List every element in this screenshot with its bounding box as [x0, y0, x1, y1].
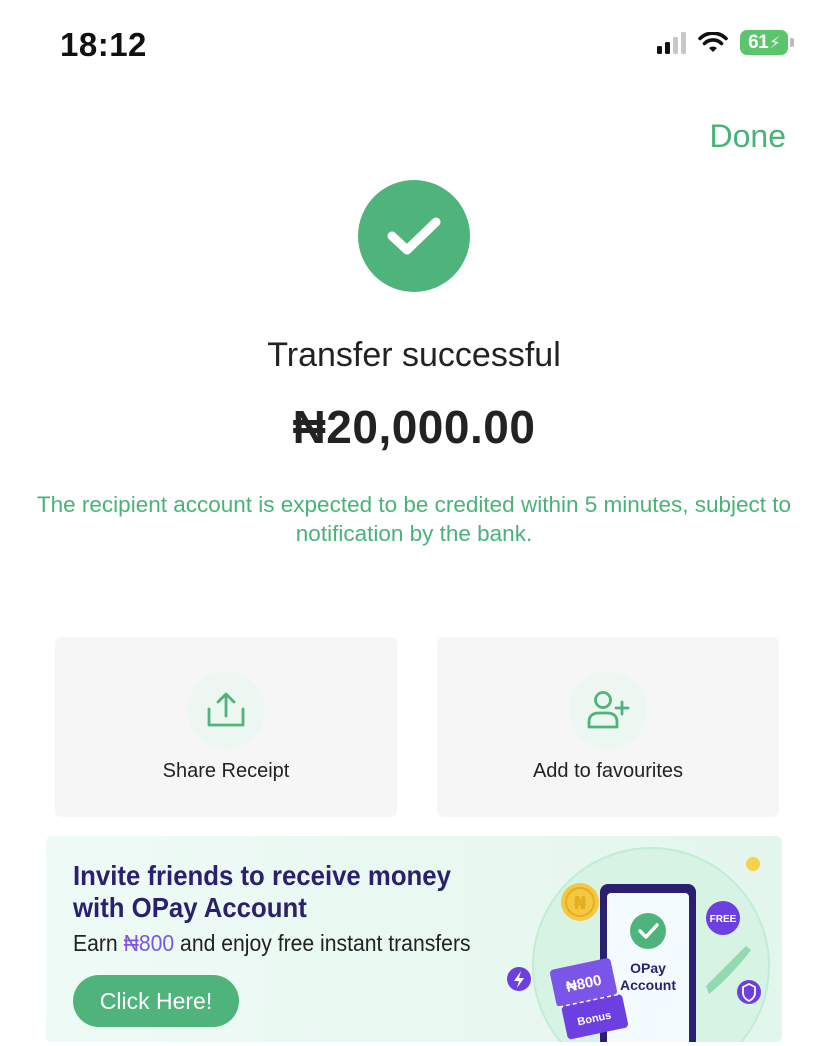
status-bar: 18:12 61 ⚡	[0, 0, 828, 90]
promo-illustration: ₦ OPay Account FREE ₦800 Bonus	[507, 847, 770, 1042]
share-upload-icon	[187, 671, 265, 749]
banner-headline-line1: Invite friends to receive money	[73, 860, 451, 891]
phone-label-1: OPay	[630, 960, 666, 976]
wifi-icon	[698, 31, 728, 52]
transfer-status-title: Transfer successful	[267, 336, 561, 374]
add-user-icon	[569, 671, 647, 749]
phone-label-2: Account	[620, 977, 676, 993]
free-badge-text: FREE	[710, 914, 737, 925]
invite-promo-banner[interactable]: Invite friends to receive money with OPa…	[46, 836, 782, 1042]
add-to-favourites-label: Add to favourites	[532, 760, 684, 782]
coin-icon: ₦	[561, 883, 599, 921]
charging-bolt-icon: ⚡	[769, 34, 780, 52]
transfer-amount: ₦20,000.00	[292, 401, 536, 453]
status-time: 18:12	[60, 26, 147, 63]
banner-subtext: Earn ₦800 and enjoy free instant transfe…	[73, 930, 471, 956]
share-receipt-button[interactable]: Share Receipt	[55, 637, 397, 817]
share-receipt-label: Share Receipt	[162, 760, 290, 782]
free-badge: FREE	[706, 901, 740, 935]
signal-icon	[657, 31, 686, 54]
sparkle-dot	[746, 857, 760, 871]
add-to-favourites-button[interactable]: Add to favourites	[437, 637, 779, 817]
banner-headline-line2: with OPay Account	[73, 892, 307, 923]
click-here-button[interactable]: Click Here!	[73, 975, 239, 1027]
battery-indicator: 61 ⚡	[740, 30, 794, 55]
svg-text:₦: ₦	[574, 893, 587, 914]
shield-icon	[737, 980, 761, 1004]
done-button[interactable]: Done	[710, 118, 787, 155]
bonus-amount: ₦800	[123, 930, 175, 956]
status-icons: 61 ⚡	[657, 30, 794, 55]
success-check-icon	[358, 180, 470, 292]
battery-level: 61	[748, 31, 769, 53]
credit-notice: The recipient account is expected to be …	[36, 492, 792, 546]
lightning-icon	[507, 967, 531, 991]
